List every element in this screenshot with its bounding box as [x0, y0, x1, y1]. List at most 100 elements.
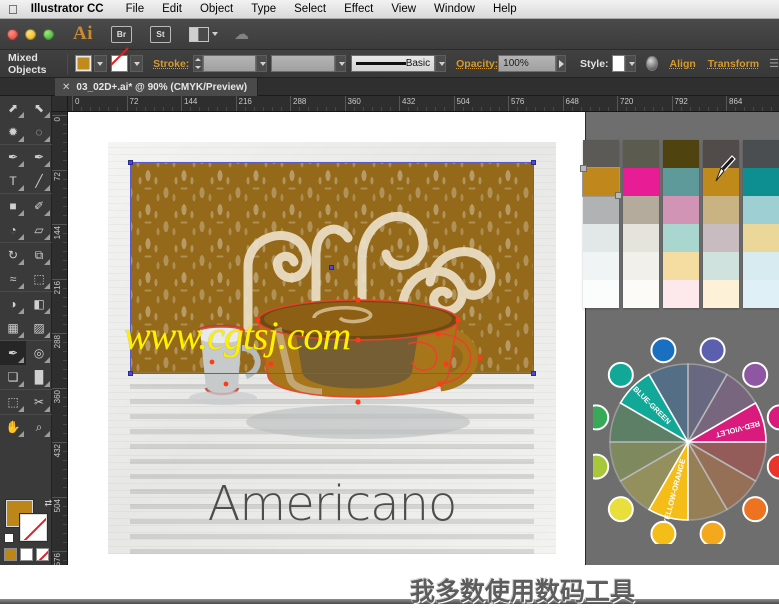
fill-control[interactable]: [74, 55, 107, 72]
width-tool[interactable]: ≈: [0, 267, 26, 291]
palette-swatch[interactable]: [703, 252, 739, 280]
palette-swatch[interactable]: [703, 196, 739, 224]
eyedropper-tool[interactable]: ✒: [0, 341, 26, 365]
fill-dropdown-button[interactable]: [93, 55, 107, 72]
blend-tool[interactable]: ◎: [26, 341, 52, 365]
selection-handle-bottom-left[interactable]: [128, 371, 133, 376]
selection-handle-bottom-right[interactable]: [531, 371, 536, 376]
zoom-window-button[interactable]: [43, 28, 54, 40]
close-icon[interactable]: ✕: [62, 82, 70, 93]
palette-column-1[interactable]: [580, 140, 622, 308]
minimize-window-button[interactable]: [25, 28, 36, 40]
gradient-fill-button[interactable]: [20, 548, 33, 561]
stock-button[interactable]: St: [150, 25, 171, 43]
brush-definition-field[interactable]: Basic: [350, 55, 436, 72]
transform-panel-link[interactable]: Transform: [708, 58, 759, 70]
selection-center-point[interactable]: [329, 265, 334, 270]
type-tool[interactable]: T: [0, 169, 26, 193]
swap-fill-stroke-icon[interactable]: ⇄: [44, 498, 52, 509]
stroke-weight-dropdown[interactable]: [256, 55, 268, 72]
vertical-ruler[interactable]: 0 72 144 216 288 360 432 504 576: [52, 112, 68, 565]
color-fill-button[interactable]: [4, 548, 17, 561]
menu-item-effect[interactable]: Effect: [344, 3, 373, 15]
lasso-tool[interactable]: ◌: [26, 120, 52, 144]
menu-item-window[interactable]: Window: [434, 3, 475, 15]
eraser-tool[interactable]: ▱: [26, 218, 52, 242]
bridge-button[interactable]: Br: [111, 25, 132, 43]
palette-swatch[interactable]: [703, 280, 739, 308]
palette-swatch[interactable]: [583, 252, 619, 280]
palette-swatch[interactable]: [663, 196, 699, 224]
palette-column-2[interactable]: [623, 140, 659, 308]
palette-swatch[interactable]: [663, 140, 699, 168]
gradient-tool[interactable]: ▨: [26, 316, 52, 340]
menu-item-file[interactable]: File: [126, 3, 145, 15]
symbol-sprayer-tool[interactable]: ❑: [0, 365, 26, 389]
document-tab[interactable]: ✕ 03_02D+.ai* @ 90% (CMYK/Preview): [55, 78, 259, 96]
artwork-title-text[interactable]: Americano: [108, 476, 556, 532]
zoom-tool[interactable]: ⌕: [26, 415, 52, 439]
palette-swatch[interactable]: [743, 252, 779, 280]
palette-swatch[interactable]: [623, 224, 659, 252]
artboard-tool[interactable]: ⬚: [0, 390, 26, 414]
artboard[interactable]: Americano www.cgtsj.com: [68, 112, 585, 565]
hand-tool[interactable]: ✋: [0, 415, 26, 439]
fill-stroke-indicator[interactable]: ⇄: [4, 498, 52, 543]
shape-builder-tool[interactable]: ◑: [0, 292, 26, 316]
palette-swatch[interactable]: [623, 280, 659, 308]
palette-swatch[interactable]: [663, 280, 699, 308]
line-segment-tool[interactable]: ╱: [26, 169, 52, 193]
free-transform-tool[interactable]: ⬚: [26, 267, 52, 291]
stroke-weight-stepper[interactable]: [193, 55, 203, 72]
direct-selection-tool[interactable]: ⬉: [26, 96, 52, 120]
paintbrush-tool[interactable]: ✐: [26, 194, 52, 218]
palette-swatch[interactable]: [623, 168, 659, 196]
scale-tool[interactable]: ⧉: [26, 243, 52, 267]
arrange-documents-button[interactable]: [189, 26, 218, 42]
style-dropdown[interactable]: [625, 55, 637, 72]
stroke-dropdown-button[interactable]: [130, 55, 144, 72]
stroke-profile-field[interactable]: [270, 55, 335, 72]
menu-item-illustrator[interactable]: Illustrator CC: [31, 3, 104, 15]
pen-tool[interactable]: ✒: [0, 145, 26, 169]
selection-handle-top-right[interactable]: [531, 160, 536, 165]
ruler-origin-corner[interactable]: [52, 96, 68, 112]
slice-tool[interactable]: ✂: [26, 390, 52, 414]
stroke-color-control[interactable]: [111, 55, 144, 72]
menu-item-type[interactable]: Type: [251, 3, 276, 15]
palette-swatch[interactable]: [580, 165, 622, 199]
shaper-tool[interactable]: ◔: [0, 218, 26, 242]
stroke-label[interactable]: Stroke:: [153, 58, 189, 70]
palette-swatch[interactable]: [743, 224, 779, 252]
palette-column-5[interactable]: [743, 140, 779, 308]
rotate-tool[interactable]: ↻: [0, 243, 26, 267]
palette-swatch[interactable]: [743, 140, 779, 168]
menu-item-edit[interactable]: Edit: [162, 3, 182, 15]
stroke-weight-field[interactable]: [202, 55, 257, 72]
palette-swatch[interactable]: [663, 168, 699, 196]
palette-swatch[interactable]: [703, 224, 739, 252]
palette-swatch[interactable]: [663, 224, 699, 252]
toolbar-stroke-swatch[interactable]: [19, 513, 48, 542]
palette-column-3[interactable]: [663, 140, 699, 308]
close-window-button[interactable]: [7, 28, 18, 40]
add-anchor-point-tool[interactable]: ✒: [26, 145, 52, 169]
menu-item-help[interactable]: Help: [493, 3, 517, 15]
opacity-label[interactable]: Opacity:: [456, 58, 498, 70]
apple-icon[interactable]: : [8, 3, 18, 16]
menu-item-object[interactable]: Object: [200, 3, 233, 15]
opacity-options-button[interactable]: [556, 55, 567, 72]
palette-swatch[interactable]: [743, 168, 779, 196]
menu-item-select[interactable]: Select: [294, 3, 326, 15]
column-graph-tool[interactable]: █: [26, 365, 52, 389]
perspective-grid-tool[interactable]: ◧: [26, 292, 52, 316]
palette-swatch[interactable]: [583, 196, 619, 224]
selection-handle-top-left[interactable]: [128, 160, 133, 165]
mesh-tool[interactable]: ▦: [0, 316, 26, 340]
recolor-artwork-icon[interactable]: [646, 56, 658, 71]
panel-menu-icon[interactable]: ☰: [769, 57, 779, 70]
palette-swatch[interactable]: [583, 224, 619, 252]
palette-swatch[interactable]: [743, 280, 779, 308]
color-palette-grid[interactable]: [580, 140, 779, 308]
magic-wand-tool[interactable]: ✹: [0, 120, 26, 144]
